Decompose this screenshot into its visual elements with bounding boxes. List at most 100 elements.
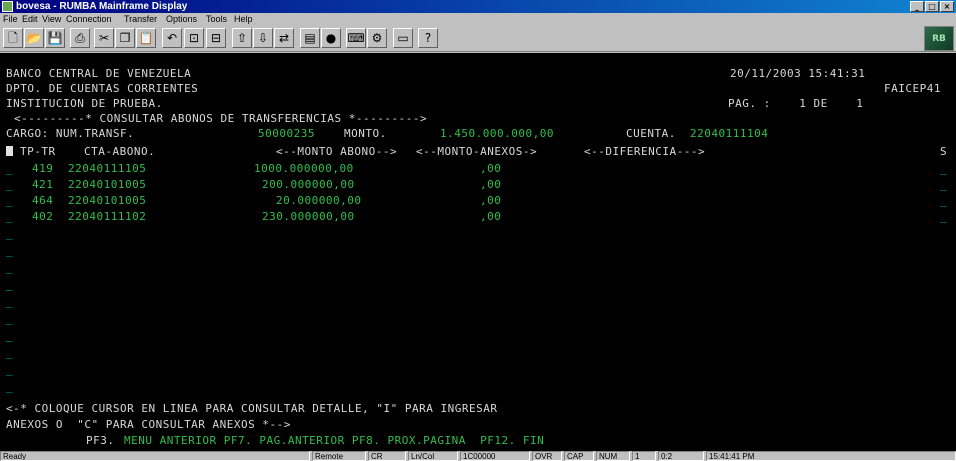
settings-icon[interactable]: ⚙ xyxy=(367,28,387,48)
row-tp: 421 xyxy=(32,178,54,191)
menu-connection[interactable]: Connection xyxy=(66,13,112,25)
title-bar[interactable]: bovesa - RUMBA Mainframe Display _ □ × xyxy=(0,0,956,13)
menu-file[interactable]: File xyxy=(3,13,18,25)
row-cta: 22040111102 xyxy=(68,210,147,223)
menu-transfer[interactable]: Transfer xyxy=(124,13,157,25)
menu-tools[interactable]: Tools xyxy=(206,13,227,25)
header-datetime: 20/11/2003 15:41:31 xyxy=(730,67,866,80)
cuenta-value: 22040111104 xyxy=(690,127,769,140)
footer-instructions-1: <-* COLOQUE CURSOR EN LINEA PARA CONSULT… xyxy=(6,402,498,415)
empty-line-marker[interactable]: _ xyxy=(6,363,13,376)
new-icon[interactable]: 🗋 xyxy=(3,28,23,48)
header-department: DPTO. DE CUENTAS CORRIENTES xyxy=(6,82,199,95)
status-cap: CAP xyxy=(564,451,594,461)
header-page: PAG. : 1 DE 1 xyxy=(728,97,864,110)
row-anexos: ,00 xyxy=(480,210,502,223)
row-monto: 230.000000,00 xyxy=(262,210,355,223)
status-ready: Ready xyxy=(0,451,310,461)
rumba-logo-icon: RB xyxy=(924,26,954,51)
cut-icon[interactable]: ✂ xyxy=(94,28,114,48)
empty-line-marker[interactable]: _ xyxy=(6,227,13,240)
record-icon[interactable]: ● xyxy=(321,28,341,48)
row-monto: 1000.000000,00 xyxy=(254,162,354,175)
table-row[interactable]: _ 464 22040101005 20.000000,00 ,00 _ xyxy=(0,194,956,207)
copy-icon[interactable]: ❐ xyxy=(115,28,135,48)
transfer-icon[interactable]: ⇄ xyxy=(274,28,294,48)
empty-line-marker[interactable]: _ xyxy=(6,278,13,291)
download-icon[interactable]: ⇩ xyxy=(253,28,273,48)
col-monto-anexos: <--MONTO-ANEXOS-> xyxy=(416,145,538,158)
status-session: Remote xyxy=(312,451,366,461)
row-anexos: ,00 xyxy=(480,178,502,191)
col-monto-abono: <--MONTO ABONO--> xyxy=(276,145,398,158)
table-row[interactable]: _ 419 22040111105 1000.000000,00 ,00 _ xyxy=(0,162,956,175)
help-icon[interactable]: ? xyxy=(418,28,438,48)
save-icon[interactable]: 💾 xyxy=(45,28,65,48)
col-s: S xyxy=(940,145,948,158)
menu-options[interactable]: Options xyxy=(166,13,197,25)
col-cta-abono: CTA-ABONO. xyxy=(84,145,156,158)
status-lu: 1C00000 xyxy=(460,451,530,461)
status-seg9: 0:2 xyxy=(658,451,704,461)
close-button[interactable]: × xyxy=(940,1,954,12)
terminal-cursor xyxy=(6,146,13,156)
menu-bar: File Edit View Connection Transfer Optio… xyxy=(0,13,956,25)
keyboard-icon[interactable]: ⌨ xyxy=(346,28,366,48)
paste-icon[interactable]: 📋 xyxy=(136,28,156,48)
status-num: NUM xyxy=(596,451,630,461)
row-tp: 402 xyxy=(32,210,54,223)
status-seg3: Ln/Col xyxy=(408,451,458,461)
header-institution: INSTITUCION DE PRUEBA. xyxy=(6,97,163,110)
cargo-label: CARGO: NUM.TRANSF. xyxy=(6,127,135,140)
connect-icon[interactable]: ⊡ xyxy=(184,28,204,48)
status-time: 15:41:41 PM xyxy=(706,451,956,461)
minimize-button[interactable]: _ xyxy=(910,1,924,12)
status-seg2: CR xyxy=(368,451,406,461)
cuenta-label: CUENTA. xyxy=(626,127,676,140)
empty-line-marker[interactable]: _ xyxy=(6,346,13,359)
row-monto: 200.000000,00 xyxy=(262,178,355,191)
num-transf-value: 50000235 xyxy=(258,127,315,140)
display-icon[interactable]: ▭ xyxy=(393,28,413,48)
row-cta: 22040101005 xyxy=(68,178,147,191)
undo-icon[interactable]: ↶ xyxy=(162,28,182,48)
row-tp: 464 xyxy=(32,194,54,207)
empty-line-marker[interactable]: _ xyxy=(6,329,13,342)
empty-line-marker[interactable]: _ xyxy=(6,244,13,257)
empty-line-marker[interactable]: _ xyxy=(6,261,13,274)
monto-label: MONTO. xyxy=(344,127,387,140)
footer-instructions-2: ANEXOS O "C" PARA CONSULTAR ANEXOS *--> xyxy=(6,418,291,431)
col-tp-tr: TP-TR xyxy=(20,145,56,158)
menu-help[interactable]: Help xyxy=(234,13,253,25)
window-title: bovesa - RUMBA Mainframe Display xyxy=(16,1,188,12)
table-row[interactable]: _ 402 22040111102 230.000000,00 ,00 _ xyxy=(0,210,956,223)
header-bank: BANCO CENTRAL DE VENEZUELA xyxy=(6,67,192,80)
function-keys: MENU ANTERIOR PF7. PAG.ANTERIOR PF8. PRO… xyxy=(124,434,545,447)
row-tp: 419 xyxy=(32,162,54,175)
empty-line-marker[interactable]: _ xyxy=(6,295,13,308)
monto-value: 1.450.000.000,00 xyxy=(440,127,554,140)
maximize-button[interactable]: □ xyxy=(925,1,939,12)
status-bar: Ready Remote CR Ln/Col 1C00000 OVR CAP N… xyxy=(0,451,956,461)
terminal-screen[interactable]: BANCO CENTRAL DE VENEZUELA 20/11/2003 15… xyxy=(0,53,956,451)
print-icon[interactable]: ⎙ xyxy=(70,28,90,48)
empty-line-marker[interactable]: _ xyxy=(6,380,13,393)
screen-title: <---------* CONSULTAR ABONOS DE TRANSFER… xyxy=(14,112,428,125)
pf3-key: PF3. xyxy=(86,434,115,447)
upload-icon[interactable]: ⇧ xyxy=(232,28,252,48)
row-monto: 20.000000,00 xyxy=(276,194,362,207)
col-diferencia: <--DIFERENCIA---> xyxy=(584,145,706,158)
header-program-id: FAICEP41 xyxy=(884,82,941,95)
open-icon[interactable]: 📂 xyxy=(24,28,44,48)
row-cta: 22040101005 xyxy=(68,194,147,207)
row-cta: 22040111105 xyxy=(68,162,147,175)
menu-view[interactable]: View xyxy=(42,13,61,25)
toolbar: 🗋 📂 💾 ⎙ ✂ ❐ 📋 ↶ ⊡ ⊟ ⇧ ⇩ ⇄ ▤ ● ⌨ ⚙ ▭ ? xyxy=(0,25,956,52)
macro-icon[interactable]: ▤ xyxy=(300,28,320,48)
app-icon xyxy=(2,1,13,12)
table-row[interactable]: _ 421 22040101005 200.000000,00 ,00 _ xyxy=(0,178,956,191)
disconnect-icon[interactable]: ⊟ xyxy=(206,28,226,48)
empty-line-marker[interactable]: _ xyxy=(6,312,13,325)
row-anexos: ,00 xyxy=(480,194,502,207)
menu-edit[interactable]: Edit xyxy=(22,13,38,25)
